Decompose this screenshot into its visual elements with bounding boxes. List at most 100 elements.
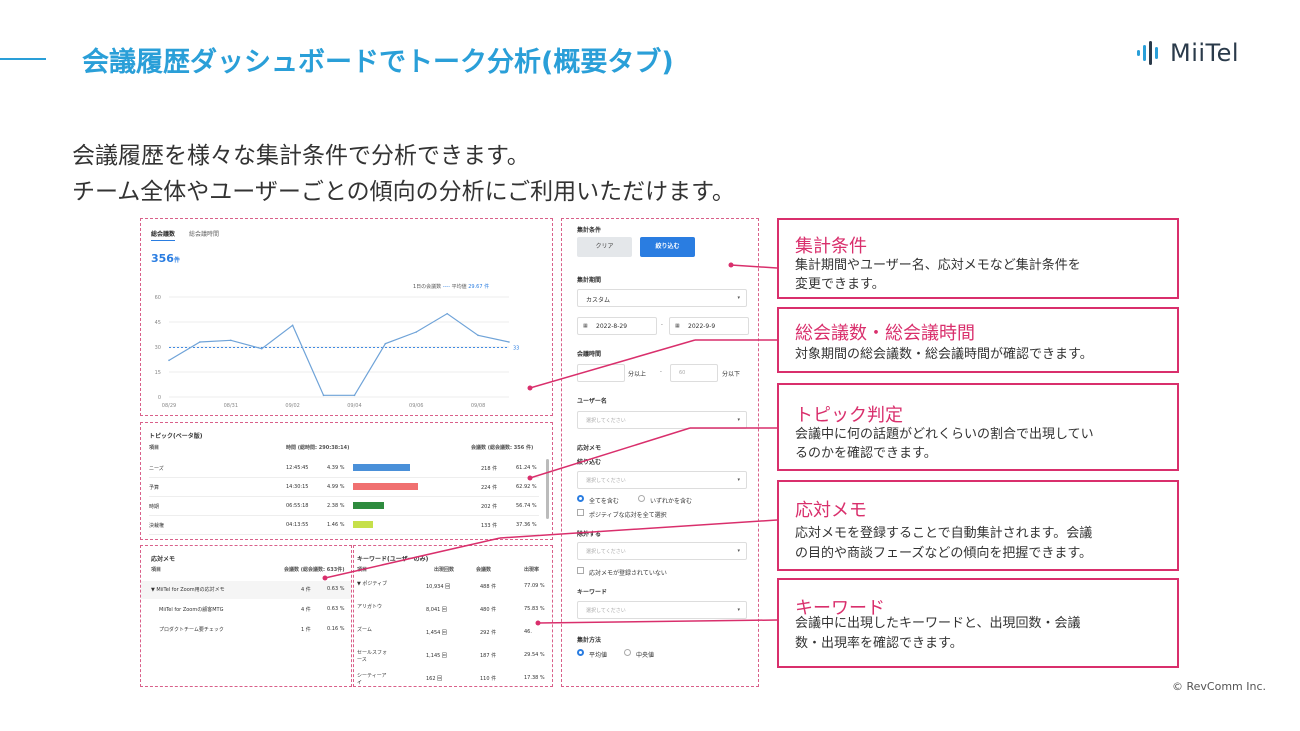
topic-time: 04:13:55 [286, 522, 309, 528]
memo-count: 4 件 [301, 607, 311, 613]
memo-row[interactable]: ▼ MiiTel for Zoom用の応対メモ 4 件 0.63 % [141, 581, 351, 599]
y-tick-label: 60 [155, 295, 161, 301]
topic-pct: 4.39 % [327, 465, 345, 471]
subtitle-line-1: 会議履歴を様々な集計条件で分析できます。 [72, 143, 530, 169]
tab-total-time[interactable]: 総会議時間 [189, 229, 219, 238]
keyword-times: 1,454 回 [426, 630, 447, 636]
copyright: © RevComm Inc. [1172, 680, 1267, 693]
chevron-down-icon: ▾ [737, 295, 740, 301]
slide: 会議履歴ダッシュボードでトーク分析(概要タブ) MiiTel 会議履歴を様々な集… [0, 0, 1300, 731]
data-point [353, 394, 356, 397]
memo-exclude-label: 除外する [577, 531, 602, 538]
topic-col-time: 時間 (総時間: 290:38:14) [286, 445, 350, 451]
keyword-row[interactable]: アリガトウ 8,041 回 480 件 75.83 % [354, 601, 552, 623]
keyword-rate: 77.09 % [524, 583, 545, 589]
keyword-col-count: 会議数 [476, 567, 492, 573]
x-tick-label: 08/31 [224, 403, 238, 409]
duration-label: 会議時間 [577, 351, 602, 358]
keyword-row[interactable]: セールスフォ ース 1,145 回 187 件 29.54 % [354, 647, 552, 669]
chevron-down-icon: ▾ [737, 417, 740, 423]
keyword-count: 292 件 [480, 630, 497, 636]
memo-include-select[interactable]: 選択してください ▾ [577, 471, 747, 489]
data-point [508, 341, 510, 343]
tab-total-count[interactable]: 総会議数 [151, 229, 176, 241]
x-tick-label: 09/04 [347, 403, 361, 409]
keyword-times: 162 回 [426, 676, 443, 682]
miitel-logo: MiiTel [1136, 38, 1239, 68]
calendar-icon: ▦ [675, 323, 680, 329]
x-tick-label: 08/29 [162, 403, 176, 409]
data-point [199, 341, 201, 343]
keyword-select[interactable]: 選択してください ▾ [577, 601, 747, 619]
x-tick-label: 09/02 [285, 403, 299, 409]
topic-row[interactable]: 予算 14:30:15 4.99 % 224 件 62.92 % [141, 481, 541, 500]
data-point [291, 324, 294, 327]
date-from-field[interactable]: ▦ 2022-8-29 [577, 317, 657, 335]
apply-filter-button[interactable]: 絞り込む [640, 237, 695, 257]
checkbox-positive[interactable] [577, 509, 584, 516]
topic-bar [353, 521, 373, 528]
x-tick-label: 09/06 [409, 403, 423, 409]
topic-name: 決裁権 [149, 523, 165, 529]
keyword-col-rate: 出現率 [524, 567, 540, 573]
clear-button[interactable]: クリア [577, 237, 632, 257]
callout-totals: 総会議数・総会議時間 対象期間の総会議数・総会議時間が確認できます。 [777, 307, 1179, 373]
keyword-count: 488 件 [480, 584, 497, 590]
topic-row[interactable]: 時期 06:55:18 2.38 % 202 件 56.74 % [141, 500, 541, 519]
radio-all[interactable] [577, 495, 584, 502]
data-point [477, 334, 479, 337]
chevron-down-icon: ▾ [737, 477, 740, 483]
topic-pct: 2.38 % [327, 503, 345, 509]
data-point [415, 331, 418, 333]
period-label: 集計期間 [577, 277, 602, 284]
keyword-rate: 17.38 % [524, 675, 545, 681]
y-tick-label: 45 [155, 320, 161, 326]
topic-row[interactable]: 決裁権 04:13:55 1.46 % 133 件 37.36 % [141, 519, 541, 538]
period-select[interactable]: カスタム ▾ [577, 289, 747, 307]
memo-include-label: 絞り込む [577, 459, 602, 466]
radio-any[interactable] [638, 495, 645, 502]
sound-wave-icon [1137, 41, 1158, 65]
x-tick-label: 09/08 [471, 403, 485, 409]
radio-average[interactable] [577, 649, 584, 656]
checkbox-no-memo[interactable] [577, 567, 584, 574]
memo-row[interactable]: プロダクトチーム要チェック 1 件 0.16 % [141, 621, 351, 639]
keyword-row[interactable]: シーティーア イ 162 回 110 件 17.38 % [354, 670, 552, 686]
page-title: 会議履歴ダッシュボードでトーク分析(概要タブ) [82, 47, 674, 78]
topic-name: ニーズ [149, 466, 164, 472]
keyword-filter-label: キーワード [577, 589, 608, 596]
keyword-col-times: 出現回数 [434, 567, 455, 573]
memo-pct: 0.63 % [327, 606, 345, 612]
keyword-rate: 29.54 % [524, 652, 545, 658]
keyword-row[interactable]: ▼ ポジティブ 10,934 回 488 件 77.09 % [354, 578, 552, 600]
keyword-name: アリガトウ [357, 604, 383, 610]
user-select[interactable]: 選択してください ▾ [577, 411, 747, 429]
keyword-name: セールスフォ ース [357, 650, 388, 663]
keyword-row[interactable]: ズーム 1,454 回 292 件 46. [354, 624, 552, 646]
memo-exclude-select[interactable]: 選択してください ▾ [577, 542, 747, 560]
radio-median[interactable] [624, 649, 631, 656]
topic-count: 218 件 [481, 466, 498, 472]
chart-legend: 1日の会議数 ---- 平均値 29.67 件 [413, 284, 490, 290]
topic-scrollbar[interactable] [546, 459, 549, 519]
duration-max-field[interactable]: 60 [670, 364, 718, 382]
keyword-times: 8,041 回 [426, 607, 447, 613]
topic-time: 14:30:15 [286, 484, 309, 490]
user-label: ユーザー名 [577, 398, 607, 405]
keyword-times: 1,145 回 [426, 653, 447, 659]
topic-rate: 62.92 % [516, 484, 537, 490]
keyword-name: シーティーア イ [357, 673, 387, 686]
memo-row[interactable]: MiiTel for Zoomの顧客MTG 4 件 0.63 % [141, 601, 351, 619]
duration-min-field[interactable] [577, 364, 625, 382]
topic-rate: 61.24 % [516, 465, 537, 471]
topic-row[interactable]: ニーズ 12:45:45 4.39 % 218 件 61.24 % [141, 462, 541, 481]
keyword-count: 110 件 [480, 676, 497, 682]
date-to-field[interactable]: ▦ 2022-9-9 [669, 317, 749, 335]
memo-name: MiiTel for Zoomの顧客MTG [159, 607, 224, 613]
topic-pct: 4.99 % [327, 484, 345, 490]
y-tick-label: 0 [158, 395, 161, 401]
memo-panel: 応対メモ 項目 会議数 (総会議数: 633件) ▼ MiiTel for Zo… [140, 545, 352, 687]
topic-panel: トピック(ベータ版) 項目 時間 (総時間: 290:38:14) 会議数 (総… [140, 422, 553, 540]
data-point [322, 394, 325, 397]
data-point [230, 339, 232, 342]
